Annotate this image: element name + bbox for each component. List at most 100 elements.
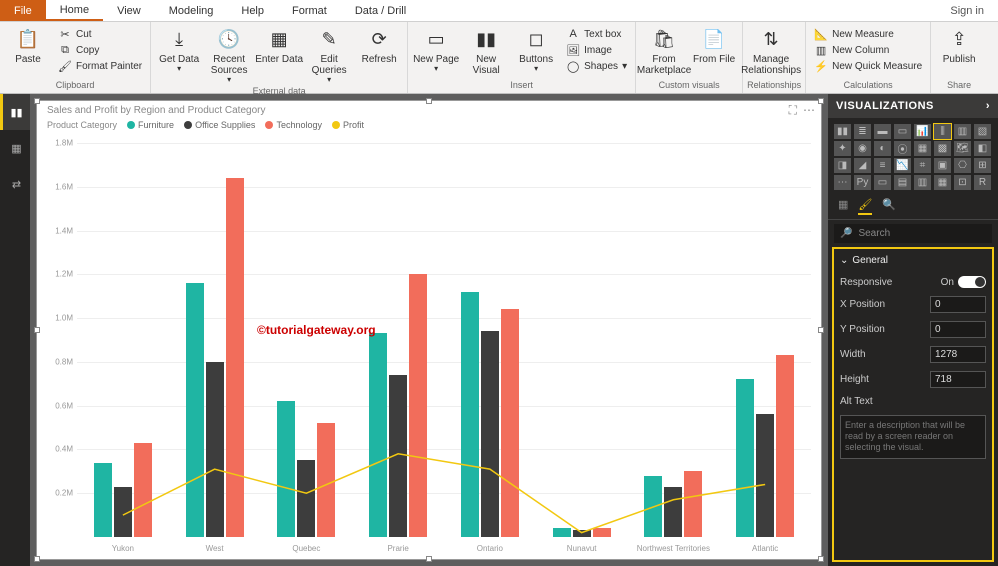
viz-type-button[interactable]: ▥ xyxy=(954,124,971,139)
publish-button[interactable]: ⇪Publish xyxy=(935,24,983,65)
model-view-button[interactable]: ⇄ xyxy=(0,166,30,202)
bar[interactable] xyxy=(684,471,702,537)
bar[interactable] xyxy=(297,460,315,537)
shapes-button[interactable]: ◯Shapes ▾ xyxy=(562,58,631,74)
enter-data-button[interactable]: ▦Enter Data xyxy=(255,24,303,65)
viz-type-button[interactable]: ▦ xyxy=(934,175,951,190)
viz-type-button[interactable]: ⊞ xyxy=(974,158,991,173)
signin-link[interactable]: Sign in xyxy=(936,0,998,21)
viz-type-button[interactable]: ◐ xyxy=(874,141,891,156)
bar[interactable] xyxy=(206,362,224,537)
viz-type-button[interactable]: ▣ xyxy=(934,158,951,173)
viz-type-button[interactable]: Py xyxy=(854,175,871,190)
format-painter-button[interactable]: 🖌Format Painter xyxy=(54,58,146,74)
refresh-button[interactable]: ⟳Refresh xyxy=(355,24,403,65)
resize-handle[interactable] xyxy=(818,327,824,333)
viz-type-button[interactable]: 📉 xyxy=(894,158,911,173)
ypos-input[interactable] xyxy=(930,321,986,338)
buttons-button[interactable]: ◻Buttons▾ xyxy=(512,24,560,74)
resize-handle[interactable] xyxy=(426,98,432,104)
viz-type-button[interactable]: R xyxy=(974,175,991,190)
viz-type-button[interactable]: ▬ xyxy=(874,124,891,139)
viz-type-button[interactable]: ▥ xyxy=(914,175,931,190)
viz-type-button[interactable]: ▭ xyxy=(894,124,911,139)
chart-visual[interactable]: Sales and Profit by Region and Product C… xyxy=(36,100,822,560)
viz-type-button[interactable]: ⌗ xyxy=(914,158,931,173)
help-tab[interactable]: Help xyxy=(227,0,278,21)
cut-button[interactable]: ✂Cut xyxy=(54,26,146,42)
viz-type-button[interactable]: ▤ xyxy=(894,175,911,190)
viz-type-button[interactable]: ◨ xyxy=(834,158,851,173)
edit-queries-button[interactable]: ✎Edit Queries▾ xyxy=(305,24,353,85)
width-input[interactable] xyxy=(930,346,986,363)
data-view-button[interactable]: ▦ xyxy=(0,130,30,166)
copy-button[interactable]: ⧉Copy xyxy=(54,42,146,58)
resize-handle[interactable] xyxy=(426,556,432,562)
new-visual-button[interactable]: ▮▮New Visual xyxy=(462,24,510,76)
viz-type-button[interactable]: ▮▮ xyxy=(834,124,851,139)
viz-type-button[interactable]: ▭ xyxy=(874,175,891,190)
paste-button[interactable]: 📋Paste xyxy=(4,24,52,65)
viz-type-button[interactable]: ⊡ xyxy=(954,175,971,190)
bar[interactable] xyxy=(369,333,387,537)
resize-handle[interactable] xyxy=(34,556,40,562)
bar[interactable] xyxy=(134,443,152,537)
manage-relationships-button[interactable]: ⇅Manage Relationships xyxy=(747,24,795,76)
bar[interactable] xyxy=(553,528,571,537)
view-tab[interactable]: View xyxy=(103,0,155,21)
viz-type-button[interactable]: ◧ xyxy=(974,141,991,156)
bar[interactable] xyxy=(776,355,794,537)
new-page-button[interactable]: ▭New Page▾ xyxy=(412,24,460,74)
bar[interactable] xyxy=(317,423,335,537)
resize-handle[interactable] xyxy=(818,556,824,562)
bar[interactable] xyxy=(756,414,774,537)
responsive-toggle[interactable] xyxy=(958,276,986,288)
get-data-button[interactable]: ⤓Get Data▾ xyxy=(155,24,203,74)
bar[interactable] xyxy=(277,401,295,537)
bar[interactable] xyxy=(501,309,519,537)
viz-type-button[interactable]: ▩ xyxy=(934,141,951,156)
bar[interactable] xyxy=(409,274,427,537)
resize-handle[interactable] xyxy=(34,327,40,333)
datadrill-tab[interactable]: Data / Drill xyxy=(341,0,420,21)
viz-type-button[interactable]: ▦ xyxy=(914,141,931,156)
bar[interactable] xyxy=(573,530,591,537)
alttext-input[interactable]: Enter a description that will be read by… xyxy=(840,415,986,459)
bar[interactable] xyxy=(461,292,479,537)
bar[interactable] xyxy=(114,487,132,537)
recent-sources-button[interactable]: 🕓Recent Sources▾ xyxy=(205,24,253,85)
bar[interactable] xyxy=(226,178,244,537)
resize-handle[interactable] xyxy=(34,98,40,104)
bar[interactable] xyxy=(481,331,499,537)
viz-type-button[interactable]: ◉ xyxy=(854,141,871,156)
viz-type-button[interactable]: 🗺 xyxy=(954,141,971,156)
bar[interactable] xyxy=(593,528,611,537)
new-column-button[interactable]: ▥New Column xyxy=(810,42,926,58)
bar[interactable] xyxy=(186,283,204,537)
viz-type-button[interactable]: 📊 xyxy=(914,124,931,139)
viz-type-button[interactable]: ▧ xyxy=(974,124,991,139)
image-button[interactable]: 🖼Image xyxy=(562,42,631,58)
xpos-input[interactable] xyxy=(930,296,986,313)
home-tab[interactable]: Home xyxy=(46,0,103,21)
bar[interactable] xyxy=(94,463,112,537)
more-options-icon[interactable]: ⋯ xyxy=(803,103,815,118)
viz-type-button[interactable]: ⎔ xyxy=(954,158,971,173)
general-section-header[interactable]: ⌄General xyxy=(834,249,992,272)
viz-type-button[interactable]: ⫼ xyxy=(934,124,951,139)
analytics-tab[interactable]: 🔍 xyxy=(882,198,896,215)
report-view-button[interactable]: ▮▮ xyxy=(0,94,30,130)
from-marketplace-button[interactable]: 🛍From Marketplace xyxy=(640,24,688,76)
file-menu[interactable]: File xyxy=(0,0,46,21)
textbox-button[interactable]: AText box xyxy=(562,26,631,42)
viz-type-button[interactable]: ✦ xyxy=(834,141,851,156)
resize-handle[interactable] xyxy=(818,98,824,104)
viz-type-button[interactable]: ⋯ xyxy=(834,175,851,190)
modeling-tab[interactable]: Modeling xyxy=(155,0,228,21)
height-input[interactable] xyxy=(930,371,986,388)
bar[interactable] xyxy=(389,375,407,537)
viz-type-button[interactable]: ⦿ xyxy=(894,141,911,156)
bar[interactable] xyxy=(644,476,662,537)
viz-type-button[interactable]: ≣ xyxy=(854,124,871,139)
format-search[interactable]: 🔎 Search xyxy=(834,224,992,243)
